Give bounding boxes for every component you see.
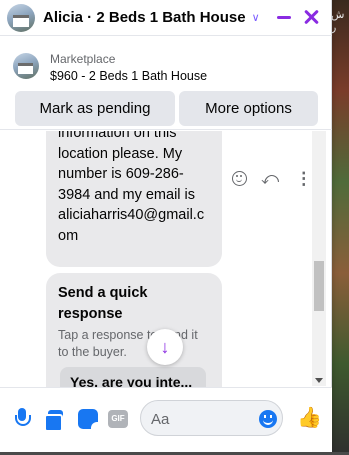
listing-thumbnail[interactable]: [13, 53, 39, 79]
quick-response-option[interactable]: Yes, are you inte...: [60, 367, 206, 387]
reply-icon[interactable]: ⤺: [261, 170, 279, 187]
thumbs-up-icon[interactable]: 👍: [297, 407, 322, 429]
marketplace-panel: Marketplace $960 - 2 Beds 1 Bath House M…: [0, 36, 332, 130]
microphone-icon[interactable]: [14, 408, 31, 430]
message-actions: ⤺ ⋮: [232, 170, 312, 187]
message-line: location please. My: [58, 145, 183, 162]
composer-bar: GIF 👍: [0, 387, 332, 455]
scrollbar-thumb[interactable]: [314, 261, 324, 311]
message-list[interactable]: information on this location please. My …: [0, 131, 332, 387]
gif-icon[interactable]: GIF: [108, 410, 128, 428]
photo-icon[interactable]: [44, 410, 65, 432]
scrollbar[interactable]: [312, 131, 326, 386]
chat-window: Alicia · 2 Beds 1 Bath House ∨ Marketpla…: [0, 0, 332, 455]
message-line: aliciaharris40@gmail.c: [58, 207, 205, 223]
minimize-icon[interactable]: [277, 16, 291, 19]
listing-title[interactable]: $960 - 2 Beds 1 Bath House: [50, 69, 207, 83]
quick-response-subtitle: Tap a response to send it to the buyer.: [58, 328, 198, 359]
message-line: om: [58, 227, 79, 244]
sticker-icon[interactable]: [78, 409, 98, 429]
background-page: ش ر: [331, 0, 349, 455]
scroll-down-arrow-icon[interactable]: ↓: [147, 329, 183, 365]
chevron-down-icon[interactable]: ∨: [252, 11, 260, 24]
emoji-icon[interactable]: [259, 410, 277, 428]
chat-title[interactable]: Alicia · 2 Beds 1 Bath House: [43, 9, 246, 26]
more-icon[interactable]: ⋮: [295, 170, 312, 187]
scrollbar-down-arrow-icon[interactable]: [315, 378, 323, 383]
more-options-button[interactable]: More options: [179, 91, 318, 126]
message-input[interactable]: [151, 409, 251, 429]
avatar[interactable]: [7, 3, 35, 32]
message-input-box[interactable]: [140, 400, 283, 436]
background-text: ش ر: [331, 8, 345, 34]
message-bubble[interactable]: information on this location please. My …: [46, 131, 222, 267]
chat-header[interactable]: Alicia · 2 Beds 1 Bath House ∨: [0, 0, 332, 36]
mark-as-pending-button[interactable]: Mark as pending: [15, 91, 175, 126]
message-line: 3984 and my email is: [58, 186, 196, 203]
marketplace-label: Marketplace: [50, 52, 116, 66]
message-line: number is 609-286-: [58, 166, 184, 182]
quick-response-card: Send a quick response Tap a response to …: [46, 273, 222, 387]
react-emoji-icon[interactable]: [232, 171, 247, 186]
close-icon[interactable]: [302, 8, 320, 26]
message-line: information on this: [58, 131, 177, 141]
quick-response-title: Send a quick response: [58, 285, 148, 322]
